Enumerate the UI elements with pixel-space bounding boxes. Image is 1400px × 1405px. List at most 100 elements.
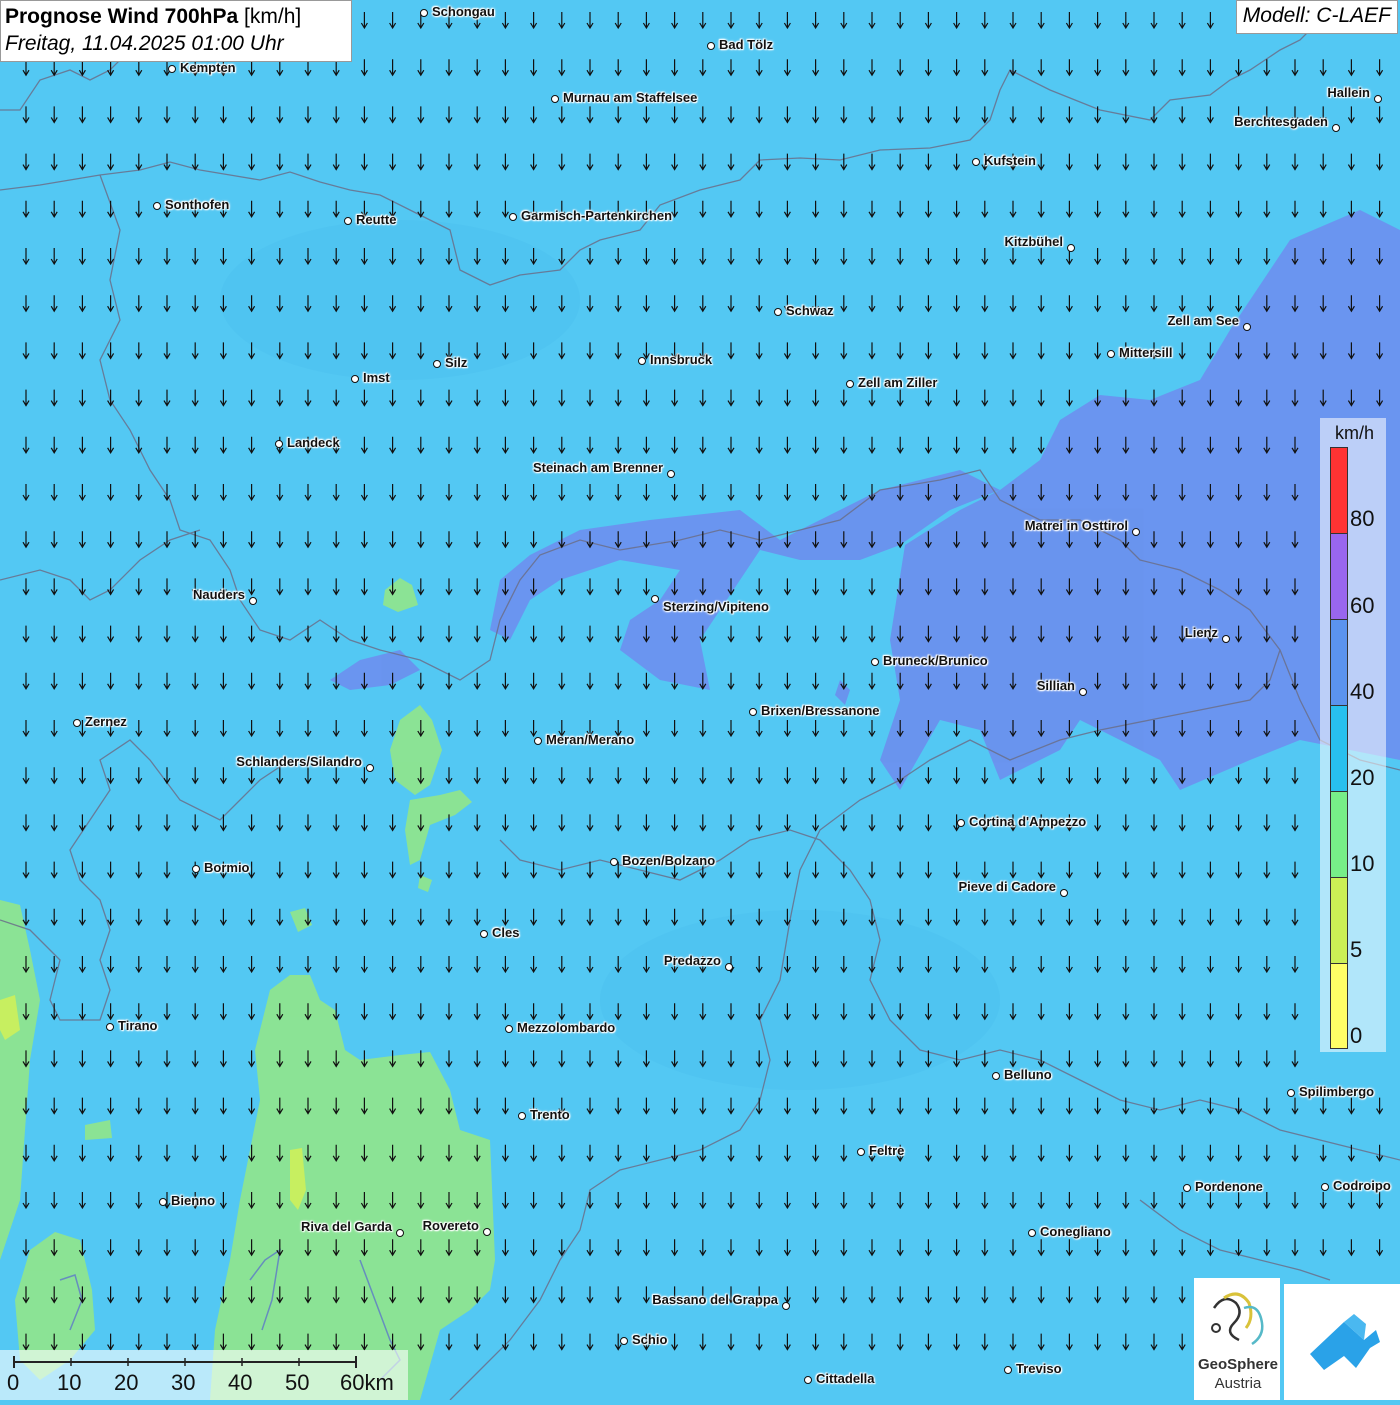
- city-label: Sillian: [1036, 678, 1075, 693]
- legend-swatch: [1330, 963, 1348, 1049]
- city-label: Bozen/Bolzano: [622, 853, 716, 868]
- geosphere-logo-icon: [1211, 1292, 1264, 1346]
- city-marker: [957, 819, 965, 827]
- scale-label: 60km: [340, 1370, 394, 1395]
- city-label: Brixen/Bressanone: [761, 703, 880, 718]
- city-marker: [192, 865, 200, 873]
- city-marker: [153, 202, 161, 210]
- city-marker: [1332, 124, 1340, 132]
- legend-swatch: [1330, 705, 1348, 791]
- city-label: Lienz: [1184, 625, 1218, 640]
- city-marker: [651, 595, 659, 603]
- city-label: Cortina d'Ampezzo: [969, 814, 1087, 829]
- legend-label: 10: [1350, 851, 1375, 876]
- city-label: Kufstein: [984, 153, 1036, 168]
- brand-name: GeoSphere: [1197, 1356, 1279, 1373]
- city-marker: [749, 708, 757, 716]
- city-marker: [534, 737, 542, 745]
- model-label: Modell: C-LAEF: [1235, 0, 1398, 34]
- city-marker: [1079, 688, 1087, 696]
- city-marker: [483, 1228, 491, 1236]
- city-label: Mittersill: [1119, 345, 1173, 360]
- legend-label: 5: [1350, 937, 1363, 962]
- legend-swatch: [1330, 619, 1348, 705]
- city-marker: [1028, 1229, 1036, 1237]
- city-label: Steinach am Brenner: [532, 460, 663, 475]
- city-label: Garmisch-Partenkirchen: [521, 208, 673, 223]
- city-label: Riva del Garda: [300, 1219, 392, 1234]
- city-marker: [610, 858, 618, 866]
- city-marker: [620, 1337, 628, 1345]
- city-label: Schio: [632, 1332, 668, 1347]
- city-label: Reutte: [356, 212, 397, 227]
- city-label: Matrei in Osttirol: [1024, 518, 1128, 533]
- map-title: Prognose Wind 700hPa [km/h]: [5, 5, 302, 28]
- city-label: Tirano: [118, 1018, 158, 1033]
- city-marker: [846, 380, 854, 388]
- city-label: Cles: [492, 925, 520, 940]
- legend-label: 60: [1350, 593, 1375, 618]
- scale-label: 30: [171, 1370, 196, 1395]
- legend-label: 80: [1350, 506, 1375, 531]
- city-marker: [168, 65, 176, 73]
- city-marker: [344, 217, 352, 225]
- legend-label: 40: [1350, 679, 1375, 704]
- city-label: Sonthofen: [165, 197, 230, 212]
- city-label: Mezzolombardo: [517, 1020, 616, 1035]
- city-label: Landeck: [287, 435, 340, 450]
- city-label: Kempten: [180, 60, 236, 75]
- legend-swatch: [1330, 791, 1348, 877]
- scale-label: 20: [114, 1370, 139, 1395]
- city-marker: [871, 658, 879, 666]
- city-marker: [1004, 1366, 1012, 1374]
- city-marker: [396, 1229, 404, 1237]
- city-marker: [1060, 889, 1068, 897]
- city-marker: [1243, 323, 1251, 331]
- scale-label: 40: [228, 1370, 253, 1395]
- city-marker: [804, 1376, 812, 1384]
- city-marker: [433, 360, 441, 368]
- city-marker: [1374, 95, 1382, 103]
- city-marker: [1321, 1183, 1329, 1191]
- legend-label: 20: [1350, 765, 1375, 790]
- city-label: Zell am Ziller: [858, 375, 938, 390]
- legend-unit: km/h: [1335, 423, 1375, 443]
- city-label: Bassano del Grappa: [652, 1292, 778, 1307]
- city-label: Feltre: [869, 1143, 905, 1158]
- city-marker: [509, 213, 517, 221]
- city-label: Cittadella: [816, 1371, 875, 1386]
- city-marker: [366, 764, 374, 772]
- city-marker: [857, 1148, 865, 1156]
- city-marker: [1132, 528, 1140, 536]
- city-marker: [638, 357, 646, 365]
- brand-sub: Austria: [1214, 1375, 1262, 1392]
- city-marker: [972, 158, 980, 166]
- geosphere-app-icon: [1284, 1284, 1400, 1400]
- city-label: Spilimbergo: [1299, 1084, 1375, 1099]
- city-label: Hallein: [1327, 85, 1370, 100]
- city-label: Schwaz: [786, 303, 834, 318]
- city-label: Kitzbühel: [1004, 234, 1064, 249]
- city-label: Zell am See: [1167, 313, 1239, 328]
- city-marker: [782, 1302, 790, 1310]
- city-marker: [159, 1198, 167, 1206]
- city-label: Bruneck/Brunico: [883, 653, 988, 668]
- city-label: Silz: [445, 355, 468, 370]
- forecast-date: Freitag, 11.04.2025 01:00 Uhr: [5, 32, 284, 55]
- city-marker: [1183, 1184, 1191, 1192]
- city-marker: [351, 375, 359, 383]
- city-label: Imst: [363, 370, 390, 385]
- city-label: Bienno: [171, 1193, 216, 1208]
- city-marker: [275, 440, 283, 448]
- city-marker: [551, 95, 559, 103]
- city-marker: [1287, 1089, 1295, 1097]
- city-marker: [707, 42, 715, 50]
- city-label: Belluno: [1004, 1067, 1052, 1082]
- legend-swatch: [1330, 447, 1348, 533]
- city-label: Predazzo: [663, 953, 721, 968]
- city-label: Sterzing/Vipiteno: [663, 599, 769, 614]
- city-marker: [992, 1072, 1000, 1080]
- city-label: Berchtesgaden: [1234, 114, 1328, 129]
- city-marker: [1067, 244, 1075, 252]
- city-label: Bad Tölz: [719, 37, 774, 52]
